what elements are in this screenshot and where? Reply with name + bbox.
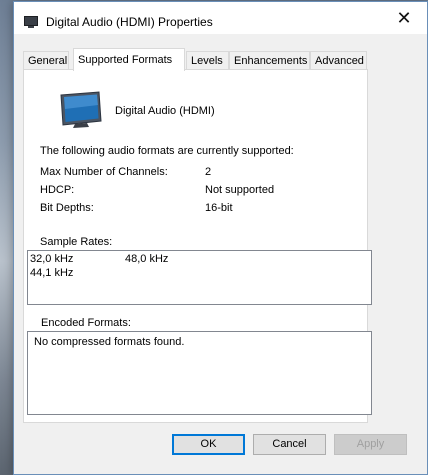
speaker-app-icon [24,16,38,28]
max-channels-label: Max Number of Channels: [40,166,168,178]
encoded-formats-label: Encoded Formats: [41,317,131,329]
tab-general[interactable]: General [23,51,69,70]
formats-summary: The following audio formats are currentl… [40,145,294,157]
tab-levels[interactable]: Levels [186,51,229,70]
sample-rates-list[interactable]: 32,0 kHz 48,0 kHz 44,1 kHz [27,250,372,305]
tab-supported-formats[interactable]: Supported Formats [73,48,185,71]
close-button[interactable]: ✕ [381,3,427,33]
sample-rate-item: 48,0 kHz [125,253,169,265]
bit-depths-label: Bit Depths: [40,202,94,214]
encoded-formats-list[interactable]: No compressed formats found. [27,331,372,415]
max-channels-value: 2 [205,166,212,178]
monitor-icon [60,91,102,128]
device-name: Digital Audio (HDMI) [115,105,215,117]
tab-enhancements[interactable]: Enhancements [229,51,310,70]
tab-advanced[interactable]: Advanced [310,51,367,70]
sample-rate-item: 32,0 kHz [30,253,74,265]
window-title: Digital Audio (HDMI) Properties [46,15,213,29]
sample-rate-item: 44,1 kHz [30,267,74,279]
properties-dialog: Digital Audio (HDMI) Properties ✕ Genera… [13,1,428,475]
hdcp-label: HDCP: [40,184,75,196]
apply-button[interactable]: Apply [334,434,407,455]
encoded-formats-message: No compressed formats found. [34,336,185,348]
sample-rates-label: Sample Rates: [40,236,113,248]
hdcp-value: Not supported [205,184,275,196]
cancel-button[interactable]: Cancel [253,434,326,455]
bit-depths-value: 16-bit [205,202,233,214]
title-bar[interactable]: Digital Audio (HDMI) Properties ✕ [14,2,427,34]
ok-button[interactable]: OK [172,434,245,455]
